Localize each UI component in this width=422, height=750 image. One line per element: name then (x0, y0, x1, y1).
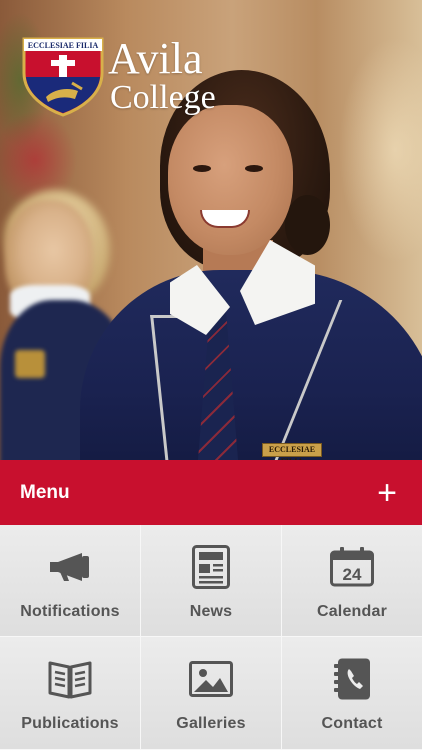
tile-label: Publications (21, 715, 119, 732)
blazer-pocket-badge: ECCLESIAE FILIA (262, 443, 322, 460)
college-wordmark: Avila College (108, 37, 216, 115)
newspaper-icon (189, 545, 233, 589)
tile-label: Galleries (176, 715, 246, 732)
menu-bar[interactable]: Menu + (0, 460, 422, 525)
college-logo: ECCLESIAE FILIA Avila College (20, 33, 230, 123)
tile-label: Notifications (20, 603, 120, 620)
tile-news[interactable]: News (141, 525, 282, 637)
tile-calendar[interactable]: 24 Calendar (282, 525, 422, 637)
expand-menu-icon[interactable]: + (372, 476, 402, 510)
student-face (168, 105, 293, 255)
megaphone-icon (48, 545, 92, 589)
hero-image: ECCLESIAE FILIA ECCLESIAE FILIA Avila Co… (0, 0, 422, 460)
calendar-icon: 24 (330, 545, 374, 589)
crest-icon: ECCLESIAE FILIA (22, 37, 104, 117)
crest-motto: ECCLESIAE FILIA (28, 41, 99, 50)
tile-label: News (189, 603, 233, 620)
menu-title: Menu (20, 481, 70, 503)
image-icon (189, 657, 233, 701)
tile-label: Calendar (316, 603, 388, 620)
tile-label: Contact (321, 715, 383, 732)
tile-notifications[interactable]: Notifications (0, 525, 141, 637)
wordmark-line1: Avila (108, 34, 203, 83)
calendar-day: 24 (343, 565, 362, 584)
tile-contact[interactable]: Contact (282, 637, 422, 750)
feature-grid: Notifications News 24 Calendar Publicati… (0, 525, 422, 750)
open-book-icon (48, 657, 92, 701)
tile-galleries[interactable]: Galleries (141, 637, 282, 750)
wordmark-line2: College (110, 79, 216, 116)
phone-book-icon (330, 657, 374, 701)
tile-publications[interactable]: Publications (0, 637, 141, 750)
